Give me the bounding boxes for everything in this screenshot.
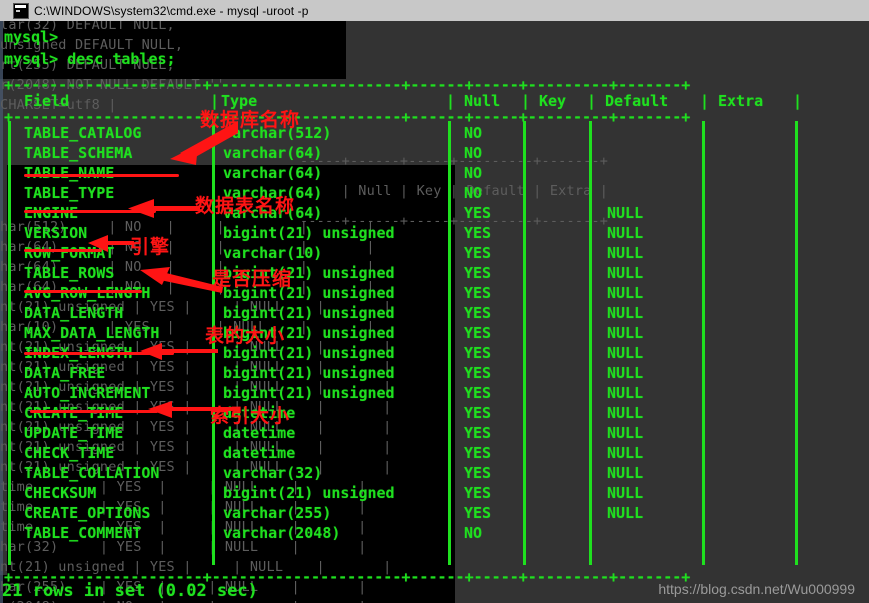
annotation-engine: 引擎 xyxy=(130,236,171,258)
arrow-index-size xyxy=(148,401,240,418)
console-surface[interactable]: lar(32) DEFAULT NULL, unsigned DEFAULT N… xyxy=(0,21,869,603)
underline-table-schema xyxy=(24,174,179,177)
underline-row-format xyxy=(24,290,142,293)
window-title: C:\WINDOWS\system32\cmd.exe - mysql -uro… xyxy=(34,3,309,18)
cmd-icon xyxy=(13,2,29,19)
underline-table-name xyxy=(24,210,156,213)
underline-index-length xyxy=(30,410,158,413)
watermark: https://blog.csdn.net/Wu000999 xyxy=(658,581,855,597)
arrow-db-name xyxy=(170,121,238,165)
underline-data-length xyxy=(24,352,174,355)
title-bar[interactable]: C:\WINDOWS\system32\cmd.exe - mysql -uro… xyxy=(0,0,869,21)
annotation-table-name: 数据表名称 xyxy=(195,195,296,217)
cmd-window: C:\WINDOWS\system32\cmd.exe - mysql -uro… xyxy=(0,0,869,603)
arrow-table-name xyxy=(128,199,200,218)
underline-engine xyxy=(24,249,102,252)
arrow-compressed xyxy=(140,267,223,293)
annotation-layer: 数据库名称 数据表名称 引擎 是否压缩 表的大小 索引大小 xyxy=(0,21,869,603)
